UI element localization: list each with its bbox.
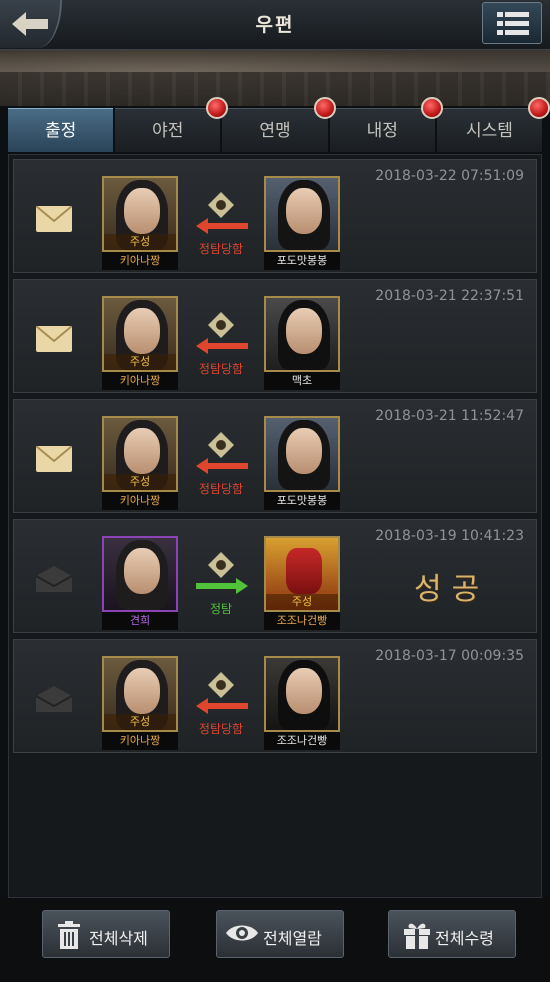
envelope-unread-icon xyxy=(36,206,72,232)
role-label: 주성 xyxy=(266,594,338,610)
tab-label: 시스템 xyxy=(465,121,513,141)
target-name: 맥초 xyxy=(264,372,340,390)
role-label: 주성 xyxy=(104,234,176,250)
notification-badge xyxy=(528,97,550,119)
arrow-left-icon xyxy=(196,218,248,234)
result-success-stamp: 성공 xyxy=(414,572,490,607)
tab-label: 연맹 xyxy=(259,121,291,141)
attacker-name: 키아나짱 xyxy=(102,372,178,390)
delete-all-label: 전체삭제 xyxy=(89,929,148,948)
tab-alliance[interactable]: 연맹 xyxy=(222,97,336,152)
mail-category-tabs: 출정 야전 연맹 내정 시스템 xyxy=(8,97,550,154)
attacker-name: 키아나짱 xyxy=(102,492,178,510)
arrow-left-icon xyxy=(196,698,248,714)
trash-icon xyxy=(58,921,80,949)
tab-field[interactable]: 야전 xyxy=(115,97,229,152)
tab-system[interactable]: 시스템 xyxy=(436,97,550,152)
notification-badge xyxy=(313,97,336,119)
mail-item[interactable]: 2018-03-21 11:52:47 주성 키아나짱 정탐당함 포도맛봉봉 xyxy=(13,399,537,513)
mail-timestamp: 2018-03-22 07:51:09 xyxy=(375,168,524,184)
receive-all-button[interactable]: 전체수령 xyxy=(388,910,516,958)
list-icon xyxy=(497,12,529,35)
attacker-name: 견희 xyxy=(102,612,178,630)
action-label: 정탐당함 xyxy=(198,482,244,496)
envelope-read-icon xyxy=(36,566,72,592)
tab-sortie[interactable]: 출정 xyxy=(8,108,114,152)
attacker-portrait[interactable]: 주성 xyxy=(102,656,178,732)
mail-item[interactable]: 2018-03-21 22:37:51 주성 키아나짱 정탐당함 맥초 xyxy=(13,279,537,393)
envelope-unread-icon xyxy=(36,326,72,352)
arrow-left-icon xyxy=(196,338,248,354)
target-portrait[interactable]: 주성 xyxy=(264,536,340,612)
mail-timestamp: 2018-03-21 11:52:47 xyxy=(375,408,524,424)
mail-item[interactable]: 2018-03-22 07:51:09 주성 키아나짱 정탐당함 포도맛봉봉 xyxy=(13,159,537,273)
target-portrait[interactable] xyxy=(264,176,340,252)
action-label: 정탐당함 xyxy=(198,242,244,256)
arrow-right-icon xyxy=(196,578,248,594)
receive-all-label: 전체수령 xyxy=(435,929,494,948)
tab-label: 출정 xyxy=(44,121,77,141)
mail-timestamp: 2018-03-21 22:37:51 xyxy=(375,288,524,304)
envelope-read-icon xyxy=(36,686,72,712)
notification-badge xyxy=(420,97,443,119)
role-label: 주성 xyxy=(104,354,176,370)
target-name: 조조나건빵 xyxy=(264,612,340,630)
action-label: 정탐 xyxy=(209,602,233,616)
target-name: 포도맛봉봉 xyxy=(264,492,340,510)
read-all-button[interactable]: 전체열람 xyxy=(216,910,344,958)
page-title: 우편 xyxy=(255,14,295,36)
action-label: 정탐당함 xyxy=(198,722,244,736)
attacker-portrait[interactable] xyxy=(102,536,178,612)
read-all-label: 전체열람 xyxy=(263,929,322,948)
tab-label: 야전 xyxy=(152,121,184,141)
header-banner-art xyxy=(0,50,550,106)
attacker-portrait[interactable]: 주성 xyxy=(102,296,178,372)
header-bar: 우편 xyxy=(0,0,550,50)
action-label: 정탐당함 xyxy=(198,362,244,376)
bottom-action-bar: 전체삭제 전체열람 전체수령 xyxy=(0,898,550,982)
delete-all-button[interactable]: 전체삭제 xyxy=(42,910,170,958)
mail-list[interactable]: 2018-03-22 07:51:09 주성 키아나짱 정탐당함 포도맛봉봉 2… xyxy=(8,154,542,898)
tab-label: 내정 xyxy=(366,121,398,141)
envelope-unread-icon xyxy=(36,446,72,472)
tab-domestic[interactable]: 내정 xyxy=(329,97,443,152)
attacker-portrait[interactable]: 주성 xyxy=(102,416,178,492)
role-label: 주성 xyxy=(104,714,176,730)
menu-button[interactable] xyxy=(482,2,542,44)
attacker-portrait[interactable]: 주성 xyxy=(102,176,178,252)
attacker-name: 키아나짱 xyxy=(102,252,178,270)
target-portrait[interactable] xyxy=(264,416,340,492)
arrow-left-icon xyxy=(196,458,248,474)
target-name: 포도맛봉봉 xyxy=(264,252,340,270)
attacker-name: 키아나짱 xyxy=(102,732,178,750)
mail-timestamp: 2018-03-17 00:09:35 xyxy=(375,648,524,664)
role-label: 주성 xyxy=(104,474,176,490)
target-portrait[interactable] xyxy=(264,656,340,732)
target-name: 조조나건빵 xyxy=(264,732,340,750)
target-portrait[interactable] xyxy=(264,296,340,372)
mail-timestamp: 2018-03-19 10:41:23 xyxy=(375,528,524,544)
gift-icon xyxy=(404,923,430,949)
mail-item[interactable]: 2018-03-17 00:09:35 주성 키아나짱 정탐당함 조조나건빵 xyxy=(13,639,537,753)
eye-icon xyxy=(226,925,258,941)
mail-item[interactable]: 2018-03-19 10:41:23 견희 정탐 주성 조조나건빵 성공 xyxy=(13,519,537,633)
